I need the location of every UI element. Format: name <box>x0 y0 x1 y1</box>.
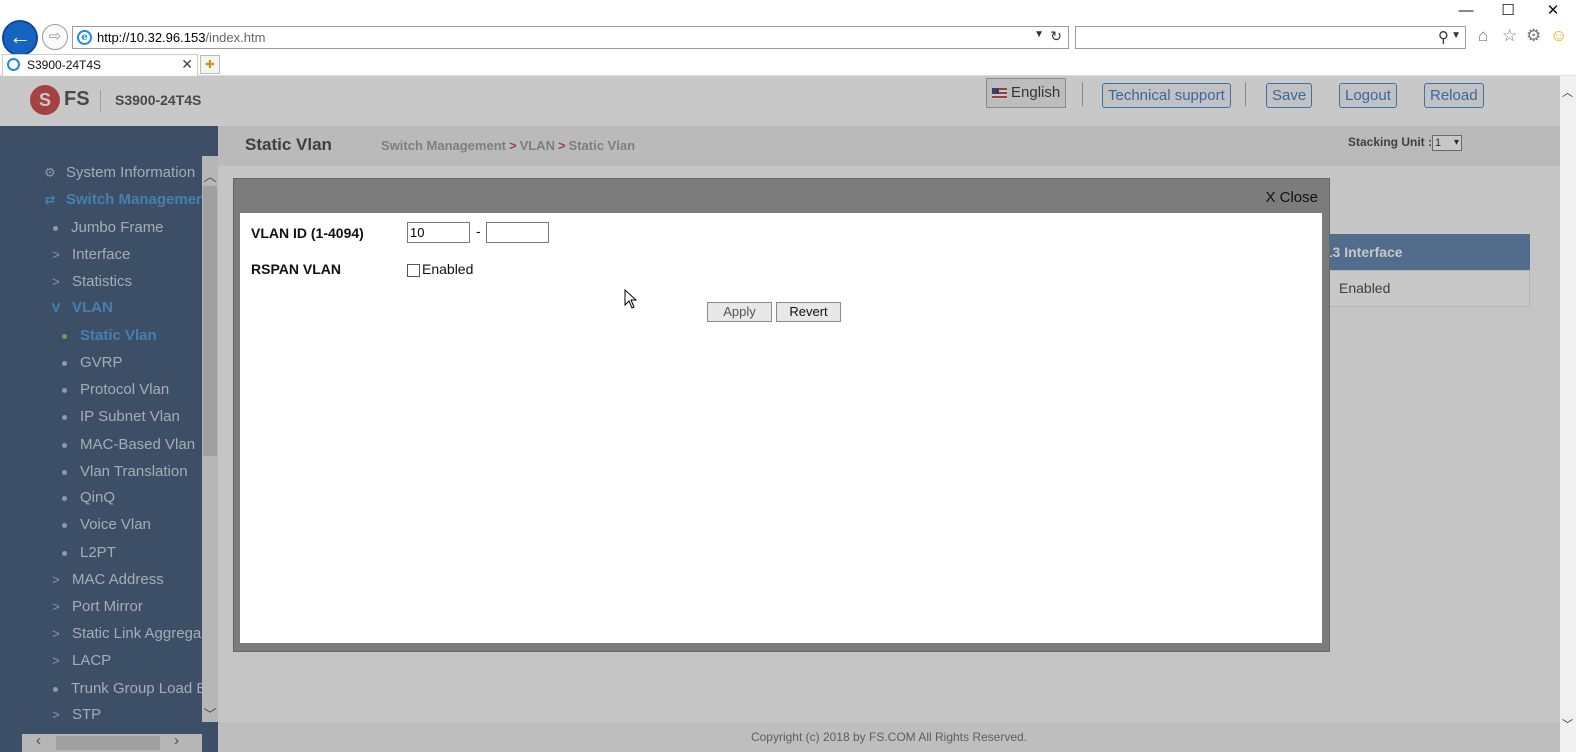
vlan-id-end-input[interactable] <box>486 222 549 243</box>
page-vertical-scrollbar[interactable]: ︿ ﹀ <box>1560 76 1576 752</box>
refresh-icon[interactable]: ↻ <box>1050 28 1062 45</box>
rspan-enabled-checkbox[interactable] <box>407 264 420 277</box>
favorites-star-icon[interactable]: ☆ <box>1502 26 1517 46</box>
add-vlan-dialog: X Close VLAN ID (1-4094) - RSPAN VLAN En… <box>233 178 1330 652</box>
arrow-left-icon: ← <box>9 24 31 49</box>
dialog-body: VLAN ID (1-4094) - RSPAN VLAN Enabled Ap… <box>240 213 1322 643</box>
back-button[interactable]: ← <box>2 20 38 56</box>
rspan-enabled-label[interactable]: Enabled <box>422 261 473 277</box>
close-window-button[interactable]: ✕ <box>1543 2 1563 20</box>
search-icon[interactable]: ⚲ <box>1438 28 1449 46</box>
address-dropdown-icon[interactable]: ▼ <box>1034 29 1044 40</box>
smiley-feedback-icon[interactable]: ☺ <box>1550 26 1567 46</box>
new-tab-icon[interactable]: ✚ <box>200 55 220 74</box>
ie-page-icon: e <box>77 30 92 45</box>
tab-s3900[interactable]: S3900-24T4S ✕ <box>2 54 198 76</box>
minimize-button[interactable]: — <box>1456 2 1476 20</box>
home-icon[interactable]: ⌂ <box>1478 26 1488 46</box>
close-dialog-button[interactable]: X Close <box>1265 189 1318 206</box>
tab-favicon-icon <box>7 58 20 71</box>
settings-gear-icon[interactable]: ⚙ <box>1526 26 1541 46</box>
forward-button[interactable]: ⇨ <box>42 24 68 50</box>
mouse-cursor-icon <box>624 289 638 309</box>
rspan-vlan-label: RSPAN VLAN <box>251 261 341 277</box>
arrow-right-icon: ⇨ <box>48 28 62 45</box>
search-dropdown-icon[interactable]: ▼ <box>1451 30 1461 41</box>
title-bar: — ☐ ✕ <box>0 0 1576 20</box>
maximize-button[interactable]: ☐ <box>1498 2 1518 20</box>
address-bar[interactable]: e http://10.32.96.153/index.htm ▼ ↻ <box>72 26 1069 49</box>
vlan-id-start-input[interactable] <box>407 222 470 243</box>
browser-window: — ☐ ✕ ← ⇨ e http://10.32.96.153/index.ht… <box>0 0 1576 752</box>
address-url: http://10.32.96.153/index.htm <box>97 30 266 45</box>
revert-button[interactable]: Revert <box>776 302 841 322</box>
tab-title: S3900-24T4S <box>27 58 102 72</box>
vlan-id-label: VLAN ID (1-4094) <box>251 225 364 241</box>
search-box[interactable]: ⚲ ▼ <box>1075 26 1466 49</box>
navigation-bar: ← ⇨ e http://10.32.96.153/index.htm ▼ ↻ … <box>0 20 1576 56</box>
range-dash: - <box>476 223 481 239</box>
scroll-up-icon[interactable]: ︿ <box>1562 84 1573 100</box>
tab-close-icon[interactable]: ✕ <box>181 56 193 73</box>
apply-button[interactable]: Apply <box>707 302 772 322</box>
tab-bar: S3900-24T4S ✕ ✚ <box>0 54 1576 76</box>
scroll-down-icon[interactable]: ﹀ <box>1562 716 1573 732</box>
